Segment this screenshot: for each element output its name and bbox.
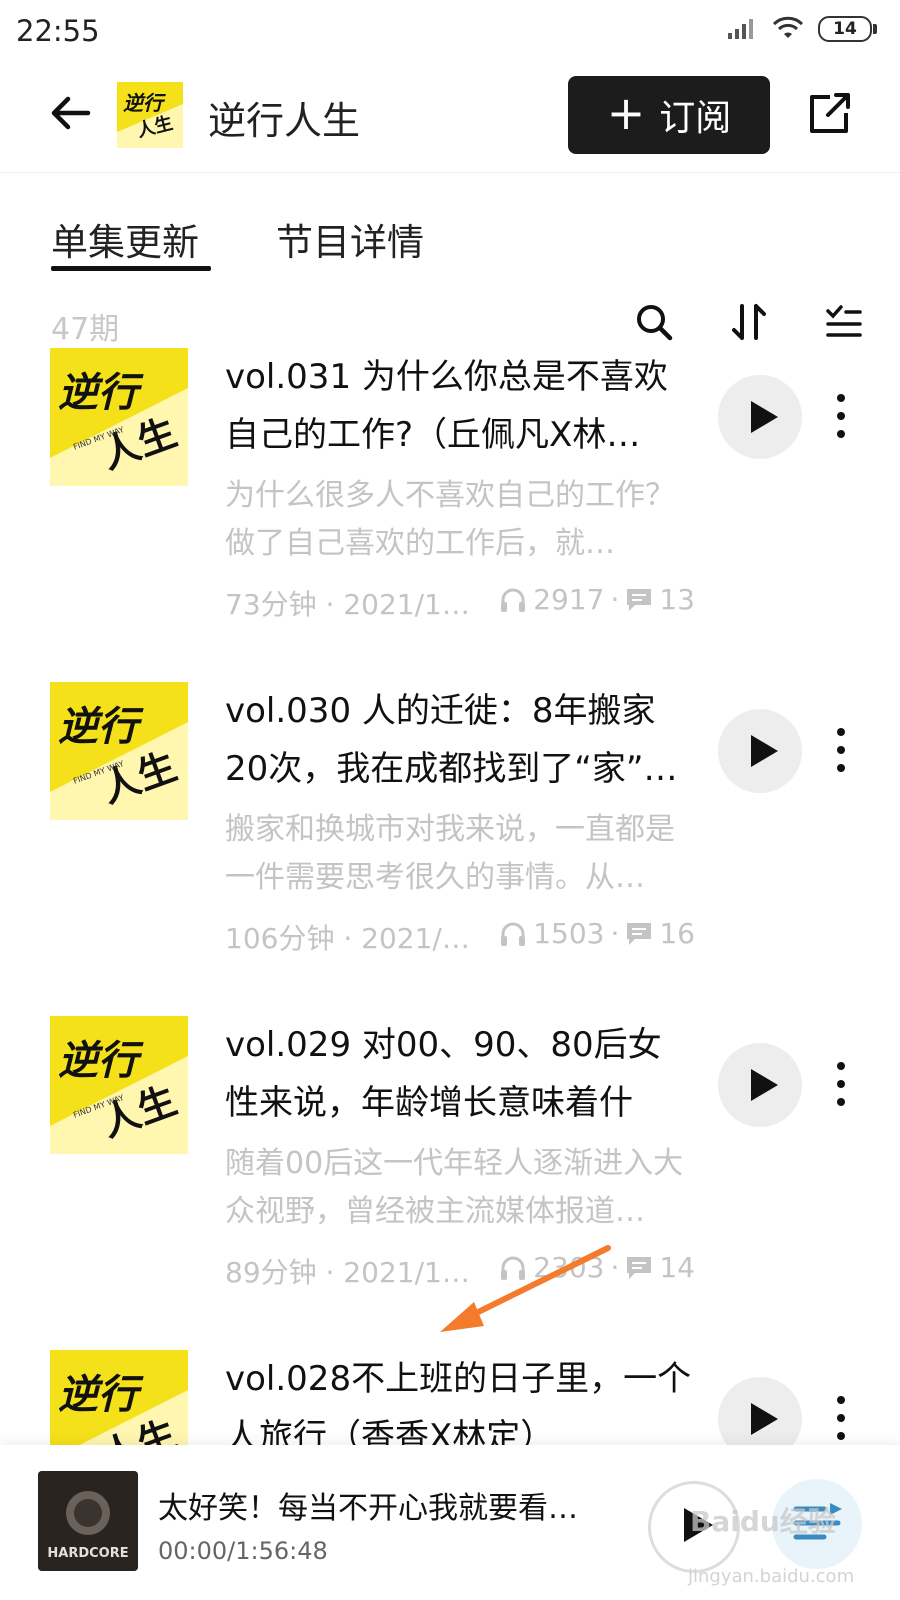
episode-meta: 106分钟 · 2021/… 1503 · 16: [225, 917, 695, 957]
watermark-logo: Baidu经验: [690, 1505, 836, 1538]
meta-separator: ·: [610, 583, 620, 616]
status-icons: 14: [726, 16, 877, 42]
now-playing-title: 太好笑！每当不开心我就要看…: [158, 1491, 578, 1526]
multi-select-icon[interactable]: [824, 302, 864, 342]
episode-cover: 逆行 人生 FIND MY WAY: [50, 682, 188, 820]
episode-cover: 逆行 人生 FIND MY WAY: [50, 348, 188, 486]
play-count: 2917: [533, 583, 605, 616]
more-options-icon[interactable]: [834, 1060, 848, 1108]
more-options-icon[interactable]: [834, 392, 848, 440]
more-options-icon[interactable]: [834, 1394, 848, 1442]
podcast-title: 逆行人生: [208, 99, 361, 143]
episode-item[interactable]: 逆行 人生 FIND MY WAY vol.030 人的迁徙：8年搬家20次，我…: [0, 682, 900, 1022]
episode-title: vol.028不上班的日子里，一个人旅行（香香X林定）: [225, 1359, 692, 1445]
more-options-icon[interactable]: [834, 726, 848, 774]
headphones-icon: [501, 588, 526, 612]
signal-icon: [728, 19, 753, 39]
status-bar: 22:55 14: [0, 0, 900, 62]
podcast-header: 逆行 人生 逆行人生 + 订阅: [0, 62, 900, 173]
tab-details[interactable]: 节目详情: [276, 212, 424, 266]
back-arrow-icon[interactable]: [48, 90, 94, 136]
cover-title-text: 逆行: [58, 704, 144, 750]
play-icon: [751, 1403, 778, 1435]
plus-icon: +: [606, 86, 646, 140]
search-icon[interactable]: [634, 302, 674, 342]
play-button[interactable]: [718, 375, 802, 459]
sort-icon[interactable]: [730, 302, 770, 342]
podcast-cover-thumbnail: 逆行 人生: [117, 82, 183, 148]
episode-count: 47期: [51, 312, 120, 347]
duration-date: 73分钟 · 2021/1…: [225, 588, 470, 621]
cover-title-text: 逆行: [58, 1372, 144, 1418]
episode-meta: 73分钟 · 2021/1… 2917 · 13: [225, 583, 695, 623]
play-icon: [751, 735, 778, 767]
now-playing-cover: HARDCORE: [38, 1471, 138, 1571]
now-playing-time: 00:00/1:56:48: [158, 1537, 328, 1565]
cover-text: 逆行: [123, 91, 166, 115]
episode-item[interactable]: 逆行 人生 vol.028不上班的日子里，一个人旅行（香香X林定）: [0, 1350, 900, 1445]
share-icon[interactable]: [806, 89, 854, 137]
comment-count: 14: [659, 1251, 695, 1284]
play-icon: [751, 1069, 778, 1101]
cover-brand-text: HARDCORE: [47, 1546, 128, 1561]
episode-title: vol.029 对00、90、80后女性来说，年龄增长意味着什么…: [225, 1025, 662, 1123]
episode-description: 为什么很多人不喜欢自己的工作？做了自己喜欢的工作后，就…: [225, 478, 675, 561]
battery-indicator: 14: [818, 16, 877, 42]
episode-description: 随着00后这一代年轻人逐渐进入大众视野，曾经被主流媒体报道…: [225, 1146, 684, 1229]
annotation-arrow-icon: [440, 1245, 611, 1332]
tab-bar: 单集更新 节目详情: [0, 172, 900, 282]
play-button[interactable]: [718, 1377, 802, 1445]
list-toolbar: 47期: [0, 290, 900, 350]
wifi-icon: [772, 16, 804, 38]
headphones-icon: [501, 922, 526, 946]
episode-title: vol.031 为什么你总是不喜欢自己的工作?（丘佩凡X林…: [225, 357, 668, 455]
comment-icon: [627, 588, 652, 611]
comment-count: 16: [659, 917, 695, 950]
meta-separator: ·: [610, 917, 620, 950]
play-count: 1503: [533, 917, 605, 950]
cover-title-text: 逆行: [58, 370, 144, 416]
status-time: 22:55: [16, 14, 100, 48]
tab-active-indicator: [51, 266, 211, 271]
comment-count: 13: [659, 583, 695, 616]
episode-cover: 逆行 人生: [50, 1350, 188, 1445]
play-icon: [751, 401, 778, 433]
play-button[interactable]: [718, 1043, 802, 1127]
subscribe-button[interactable]: + 订阅: [568, 76, 770, 154]
episode-description: 搬家和换城市对我来说，一直都是一件需要思考很久的事情。从…: [225, 812, 675, 895]
play-button[interactable]: [718, 709, 802, 793]
cover-title-text: 逆行: [58, 1038, 144, 1084]
episode-cover: 逆行 人生 FIND MY WAY: [50, 1016, 188, 1154]
duration-date: 106分钟 · 2021/…: [225, 922, 470, 955]
comment-icon: [627, 922, 652, 945]
episode-title: vol.030 人的迁徙：8年搬家20次，我在成都找到了“家”…: [225, 691, 678, 789]
comment-icon: [627, 1256, 652, 1279]
tab-episodes[interactable]: 单集更新: [51, 212, 199, 266]
episode-item[interactable]: 逆行 人生 FIND MY WAY vol.031 为什么你总是不喜欢自己的工作…: [0, 348, 900, 688]
watermark-url: jingyan.baidu.com: [688, 1566, 855, 1587]
subscribe-label: 订阅: [659, 98, 732, 139]
